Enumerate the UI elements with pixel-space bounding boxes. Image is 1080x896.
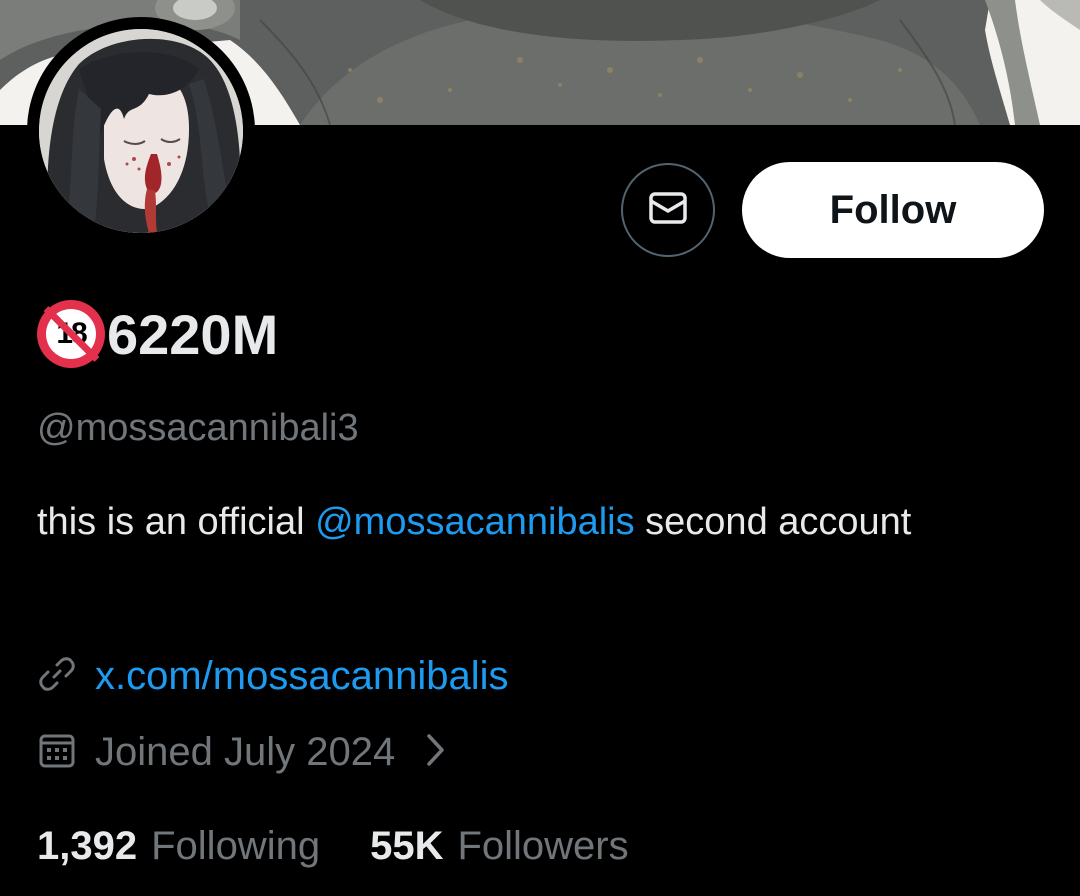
joined-date-row[interactable]: Joined July 2024 xyxy=(37,724,447,780)
link-icon xyxy=(37,654,77,699)
follow-button[interactable]: Follow xyxy=(742,162,1044,258)
following-count: 1,392 xyxy=(37,823,138,868)
website-row: x.com/mossacannibalis xyxy=(37,648,509,704)
envelope-icon xyxy=(649,191,687,229)
followers-label: Followers xyxy=(457,823,629,868)
display-name: 18 6220M xyxy=(37,300,278,368)
followers-link[interactable]: 55K Followers xyxy=(370,824,629,869)
profile-bio: this is an official @mossacannibalis sec… xyxy=(37,492,1037,552)
follow-stats: 1,392 Following 55K Followers xyxy=(37,818,629,874)
bio-suffix: second account xyxy=(634,501,912,543)
profile-avatar[interactable] xyxy=(27,17,255,245)
joined-date-text: Joined July 2024 xyxy=(95,729,396,774)
followers-count: 55K xyxy=(370,823,444,868)
bio-mention-link[interactable]: @mossacannibalis xyxy=(315,501,635,543)
message-button[interactable] xyxy=(621,163,715,257)
calendar-icon xyxy=(37,730,77,775)
website-link[interactable]: x.com/mossacannibalis xyxy=(95,654,509,699)
following-link[interactable]: 1,392 Following xyxy=(37,824,320,869)
display-name-text: 6220M xyxy=(107,302,279,366)
no-under-18-icon: 18 xyxy=(37,300,105,368)
avatar-image xyxy=(39,29,243,233)
profile-handle: @mossacannibali3 xyxy=(37,407,359,449)
bio-prefix: this is an official xyxy=(37,501,316,543)
chevron-right-icon xyxy=(425,732,447,773)
following-label: Following xyxy=(151,823,321,868)
